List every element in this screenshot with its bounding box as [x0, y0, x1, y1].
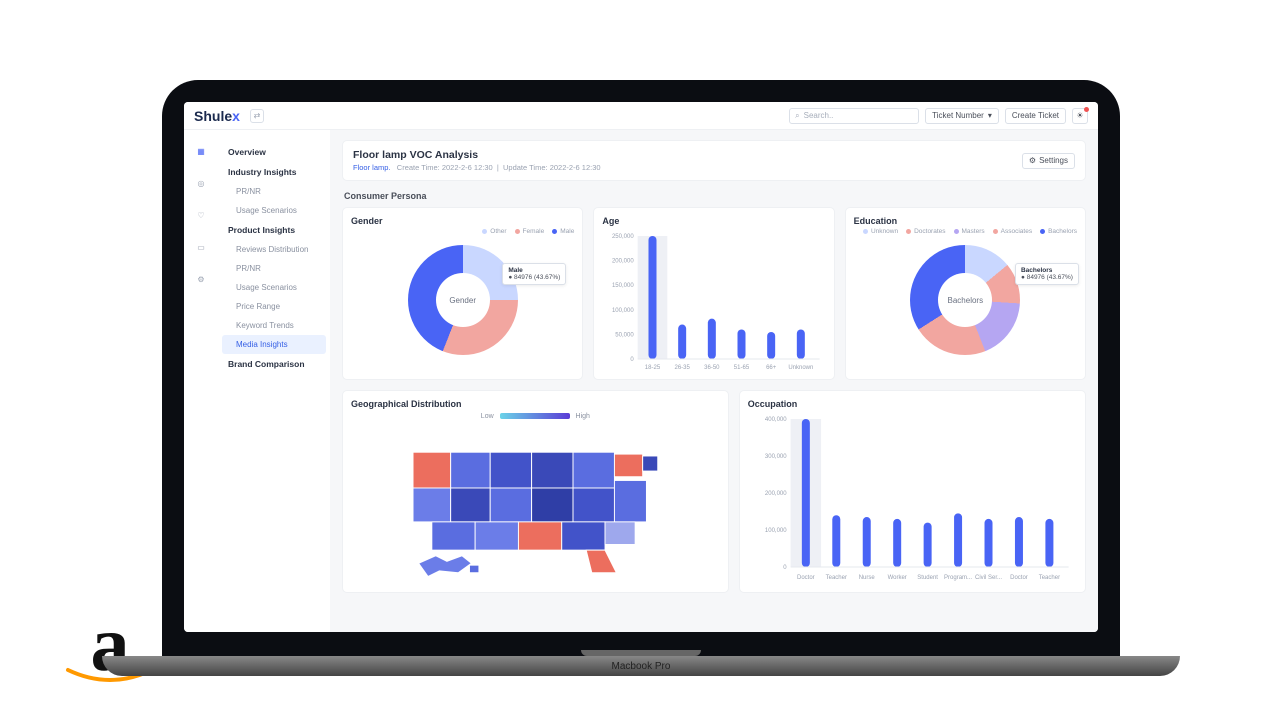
svg-text:Doctor: Doctor [797, 575, 815, 581]
svg-text:26-35: 26-35 [675, 365, 691, 371]
gear-icon[interactable]: ⚙ [194, 272, 208, 286]
chart-occupation: 100,000 200,000 300,000 400,000 0 Doctor Teach… [748, 409, 1077, 581]
search-icon: ⌕ [795, 111, 799, 121]
card-education: Education Unknown Doctorates Masters Ass… [845, 207, 1086, 380]
svg-text:Doctor: Doctor [1010, 575, 1028, 581]
nav-product-reviews[interactable]: Reviews Distribution [218, 240, 330, 259]
card-gender-title: Gender [351, 216, 574, 226]
icon-rail: ▦ ◎ ♡ ▭ ⚙ [184, 130, 218, 632]
laptop-mockup: Shulex ⇄ ⌕ Search.. Ticket Number ▾ Crea… [162, 80, 1120, 670]
gender-legend: Other Female Male [351, 228, 574, 235]
svg-text:Student: Student [917, 575, 938, 581]
donut-education: Bachelors [910, 245, 1020, 355]
svg-text:Worker: Worker [887, 575, 906, 581]
brand-logo: Shulex [194, 108, 240, 124]
nav-industry-prnr[interactable]: PR/NR [218, 182, 330, 201]
card-education-title: Education [854, 216, 1077, 226]
svg-text:0: 0 [631, 357, 635, 363]
svg-text:250,000: 250,000 [612, 234, 634, 240]
card-geo: Geographical Distribution Low High [342, 390, 729, 593]
share-icon[interactable]: ⇄ [250, 109, 264, 123]
app-screen: Shulex ⇄ ⌕ Search.. Ticket Number ▾ Crea… [184, 102, 1098, 632]
nav-product-usage[interactable]: Usage Scenarios [218, 278, 330, 297]
svg-text:300,000: 300,000 [765, 454, 787, 460]
svg-text:200,000: 200,000 [765, 491, 787, 497]
nav-product-head[interactable]: Product Insights [218, 220, 330, 240]
card-age-title: Age [602, 216, 825, 226]
card-gender: Gender Other Female Male Gender Male [342, 207, 583, 380]
nav-industry-head[interactable]: Industry Insights [218, 162, 330, 182]
svg-text:100,000: 100,000 [612, 308, 634, 314]
svg-text:Nurse: Nurse [858, 575, 875, 581]
svg-text:Teacher: Teacher [825, 575, 846, 581]
create-ticket-button[interactable]: Create Ticket [1005, 108, 1066, 124]
nav-product-keyword[interactable]: Keyword Trends [218, 316, 330, 335]
section-title: Consumer Persona [344, 191, 1084, 201]
topbar: Shulex ⇄ ⌕ Search.. Ticket Number ▾ Crea… [184, 102, 1098, 130]
svg-text:400,000: 400,000 [765, 417, 787, 423]
card-geo-title: Geographical Distribution [351, 399, 720, 409]
tooltip-gender: Male ● 84976 (43.67%) [502, 263, 566, 285]
shield-icon[interactable]: ♡ [194, 208, 208, 222]
svg-text:51-65: 51-65 [734, 365, 750, 371]
svg-text:150,000: 150,000 [612, 283, 634, 289]
dashboard-icon[interactable]: ▦ [194, 144, 208, 158]
svg-text:Civil Ser...: Civil Ser... [975, 575, 1002, 581]
search-input[interactable]: ⌕ Search.. [789, 108, 919, 124]
gear-icon: ⚙ [1029, 156, 1036, 165]
map-usa [351, 424, 720, 584]
chevron-down-icon: ▾ [988, 111, 992, 120]
filter-dropdown[interactable]: Ticket Number ▾ [925, 108, 999, 124]
nav-product-media[interactable]: Media Insights [222, 335, 326, 354]
svg-text:0: 0 [783, 565, 787, 571]
svg-text:Unknown: Unknown [789, 365, 814, 371]
side-nav: Overview Industry Insights PR/NR Usage S… [218, 130, 330, 632]
svg-text:100,000: 100,000 [765, 528, 787, 534]
nav-industry-usage[interactable]: Usage Scenarios [218, 201, 330, 220]
education-legend: Unknown Doctorates Masters Associates Ba… [854, 228, 1077, 235]
page-header: Floor lamp VOC Analysis Floor lamp. Crea… [342, 140, 1086, 181]
target-icon[interactable]: ◎ [194, 176, 208, 190]
notification-icon[interactable]: ☀ [1072, 108, 1088, 124]
page-meta: Floor lamp. Create Time: 2022-2-6 12:30 … [353, 163, 601, 172]
card-age: Age 50,000 100,000 150,000 200,000 250,000 0 1… [593, 207, 834, 380]
svg-text:200,000: 200,000 [612, 259, 634, 265]
image-icon[interactable]: ▭ [194, 240, 208, 254]
tooltip-education: Bachelors ● 84976 (43.67%) [1015, 263, 1079, 285]
page-title: Floor lamp VOC Analysis [353, 149, 601, 161]
svg-text:Teacher: Teacher [1038, 575, 1059, 581]
main-content: Floor lamp VOC Analysis Floor lamp. Crea… [330, 130, 1098, 632]
svg-text:36-50: 36-50 [704, 365, 720, 371]
laptop-base: Macbook Pro [102, 656, 1180, 676]
nav-brand-comp[interactable]: Brand Comparison [218, 354, 330, 374]
nav-product-price[interactable]: Price Range [218, 297, 330, 316]
card-occupation-title: Occupation [748, 399, 1077, 409]
card-occupation: Occupation 100,000 200,000 300,000 400,000 0… [739, 390, 1086, 593]
svg-text:66+: 66+ [766, 365, 777, 371]
chart-age: 50,000 100,000 150,000 200,000 250,000 0 18-25… [602, 226, 825, 371]
svg-text:Program...: Program... [944, 575, 972, 581]
nav-product-prnr[interactable]: PR/NR [218, 259, 330, 278]
svg-text:50,000: 50,000 [616, 332, 635, 338]
nav-overview[interactable]: Overview [218, 142, 330, 162]
svg-text:18-25: 18-25 [645, 365, 661, 371]
donut-gender: Gender [408, 245, 518, 355]
settings-button[interactable]: ⚙ Settings [1022, 153, 1075, 169]
